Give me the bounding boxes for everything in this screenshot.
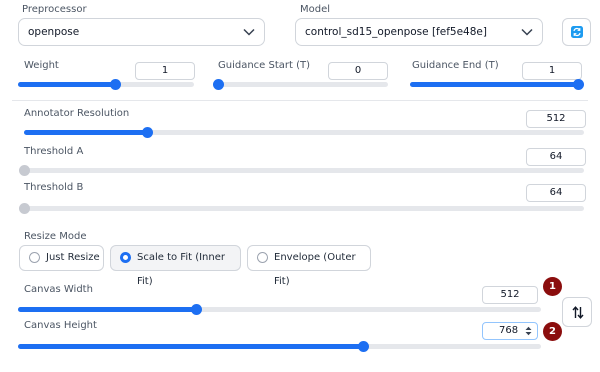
canvas-height-slider[interactable]: [18, 341, 541, 352]
canvas-width-slider-fill: [18, 307, 196, 312]
divider: [12, 100, 588, 101]
radio-unchecked: [29, 252, 40, 263]
refresh-models-button[interactable]: [562, 18, 591, 46]
guidance-start-slider-thumb[interactable]: [213, 79, 224, 90]
guidance-end-slider-thumb[interactable]: [573, 79, 584, 90]
canvas-height-label: Canvas Height: [24, 320, 97, 331]
resize-option-label: Just Resize: [46, 252, 100, 263]
resize-option-just-resize[interactable]: Just Resize: [19, 245, 104, 271]
guidance-start-slider[interactable]: [213, 79, 388, 90]
chevron-down-icon: [243, 28, 255, 36]
chevron-down-icon: [521, 28, 533, 36]
preprocessor-label: Preprocessor: [22, 4, 87, 15]
annotator-resolution-slider-thumb[interactable]: [142, 127, 154, 138]
resize-option-envelope[interactable]: Envelope (Outer Fit): [247, 245, 371, 287]
preprocessor-dropdown[interactable]: openpose: [18, 18, 265, 46]
model-dropdown[interactable]: control_sd15_openpose [fef5e48e]: [295, 18, 543, 46]
canvas-height-slider-thumb[interactable]: [358, 341, 370, 352]
canvas-height-slider-fill: [18, 344, 364, 349]
threshold-b-slider-thumb[interactable]: [19, 203, 30, 214]
annotator-resolution-slider[interactable]: [24, 127, 584, 138]
guidance-end-label: Guidance End (T): [412, 60, 499, 71]
resize-option-label: Envelope (Outer Fit): [274, 252, 356, 287]
guidance-end-slider[interactable]: [410, 79, 584, 90]
threshold-b-label: Threshold B: [24, 182, 84, 193]
preprocessor-value: openpose: [28, 26, 80, 38]
resize-mode-label: Resize Mode: [24, 231, 87, 242]
guidance-start-input[interactable]: 0: [328, 62, 388, 80]
canvas-width-input[interactable]: 512: [482, 286, 538, 304]
guidance-end-slider-fill: [410, 82, 578, 87]
swap-vertical-arrows-icon: [572, 306, 584, 319]
refresh-icon: [571, 26, 583, 38]
radio-checked: [120, 252, 131, 263]
canvas-width-label: Canvas Width: [24, 284, 93, 295]
threshold-a-slider[interactable]: [19, 165, 584, 176]
annotator-resolution-label: Annotator Resolution: [24, 108, 130, 119]
resize-option-scale-to-fit[interactable]: Scale to Fit (Inner Fit): [110, 245, 241, 287]
radio-unchecked: [257, 252, 268, 263]
canvas-height-input[interactable]: 768: [482, 322, 538, 340]
threshold-a-label: Threshold A: [24, 146, 84, 157]
threshold-b-input[interactable]: 64: [526, 184, 586, 202]
swap-dimensions-button[interactable]: [562, 297, 592, 327]
annotator-resolution-input[interactable]: 512: [526, 110, 586, 128]
weight-slider-thumb[interactable]: [109, 79, 121, 90]
threshold-b-slider[interactable]: [19, 203, 584, 214]
annotator-resolution-slider-fill: [24, 130, 148, 135]
model-label: Model: [300, 4, 331, 15]
model-value: control_sd15_openpose [fef5e48e]: [305, 26, 487, 38]
spinner-arrows-icon[interactable]: [525, 326, 532, 336]
canvas-width-slider[interactable]: [18, 304, 541, 315]
canvas-height-value: 768: [499, 325, 519, 336]
resize-option-label: Scale to Fit (Inner Fit): [137, 252, 225, 287]
weight-slider[interactable]: [18, 79, 194, 90]
weight-label: Weight: [24, 60, 59, 71]
canvas-width-slider-thumb[interactable]: [190, 304, 202, 315]
annotation-badge-2: 2: [543, 322, 562, 341]
guidance-start-label: Guidance Start (T): [218, 60, 311, 71]
annotation-badge-1: 1: [543, 277, 562, 296]
guidance-end-input[interactable]: 1: [522, 62, 582, 80]
threshold-a-input[interactable]: 64: [526, 148, 586, 166]
threshold-a-slider-thumb[interactable]: [19, 165, 30, 176]
weight-input[interactable]: 1: [135, 62, 195, 80]
weight-slider-fill: [18, 82, 115, 87]
